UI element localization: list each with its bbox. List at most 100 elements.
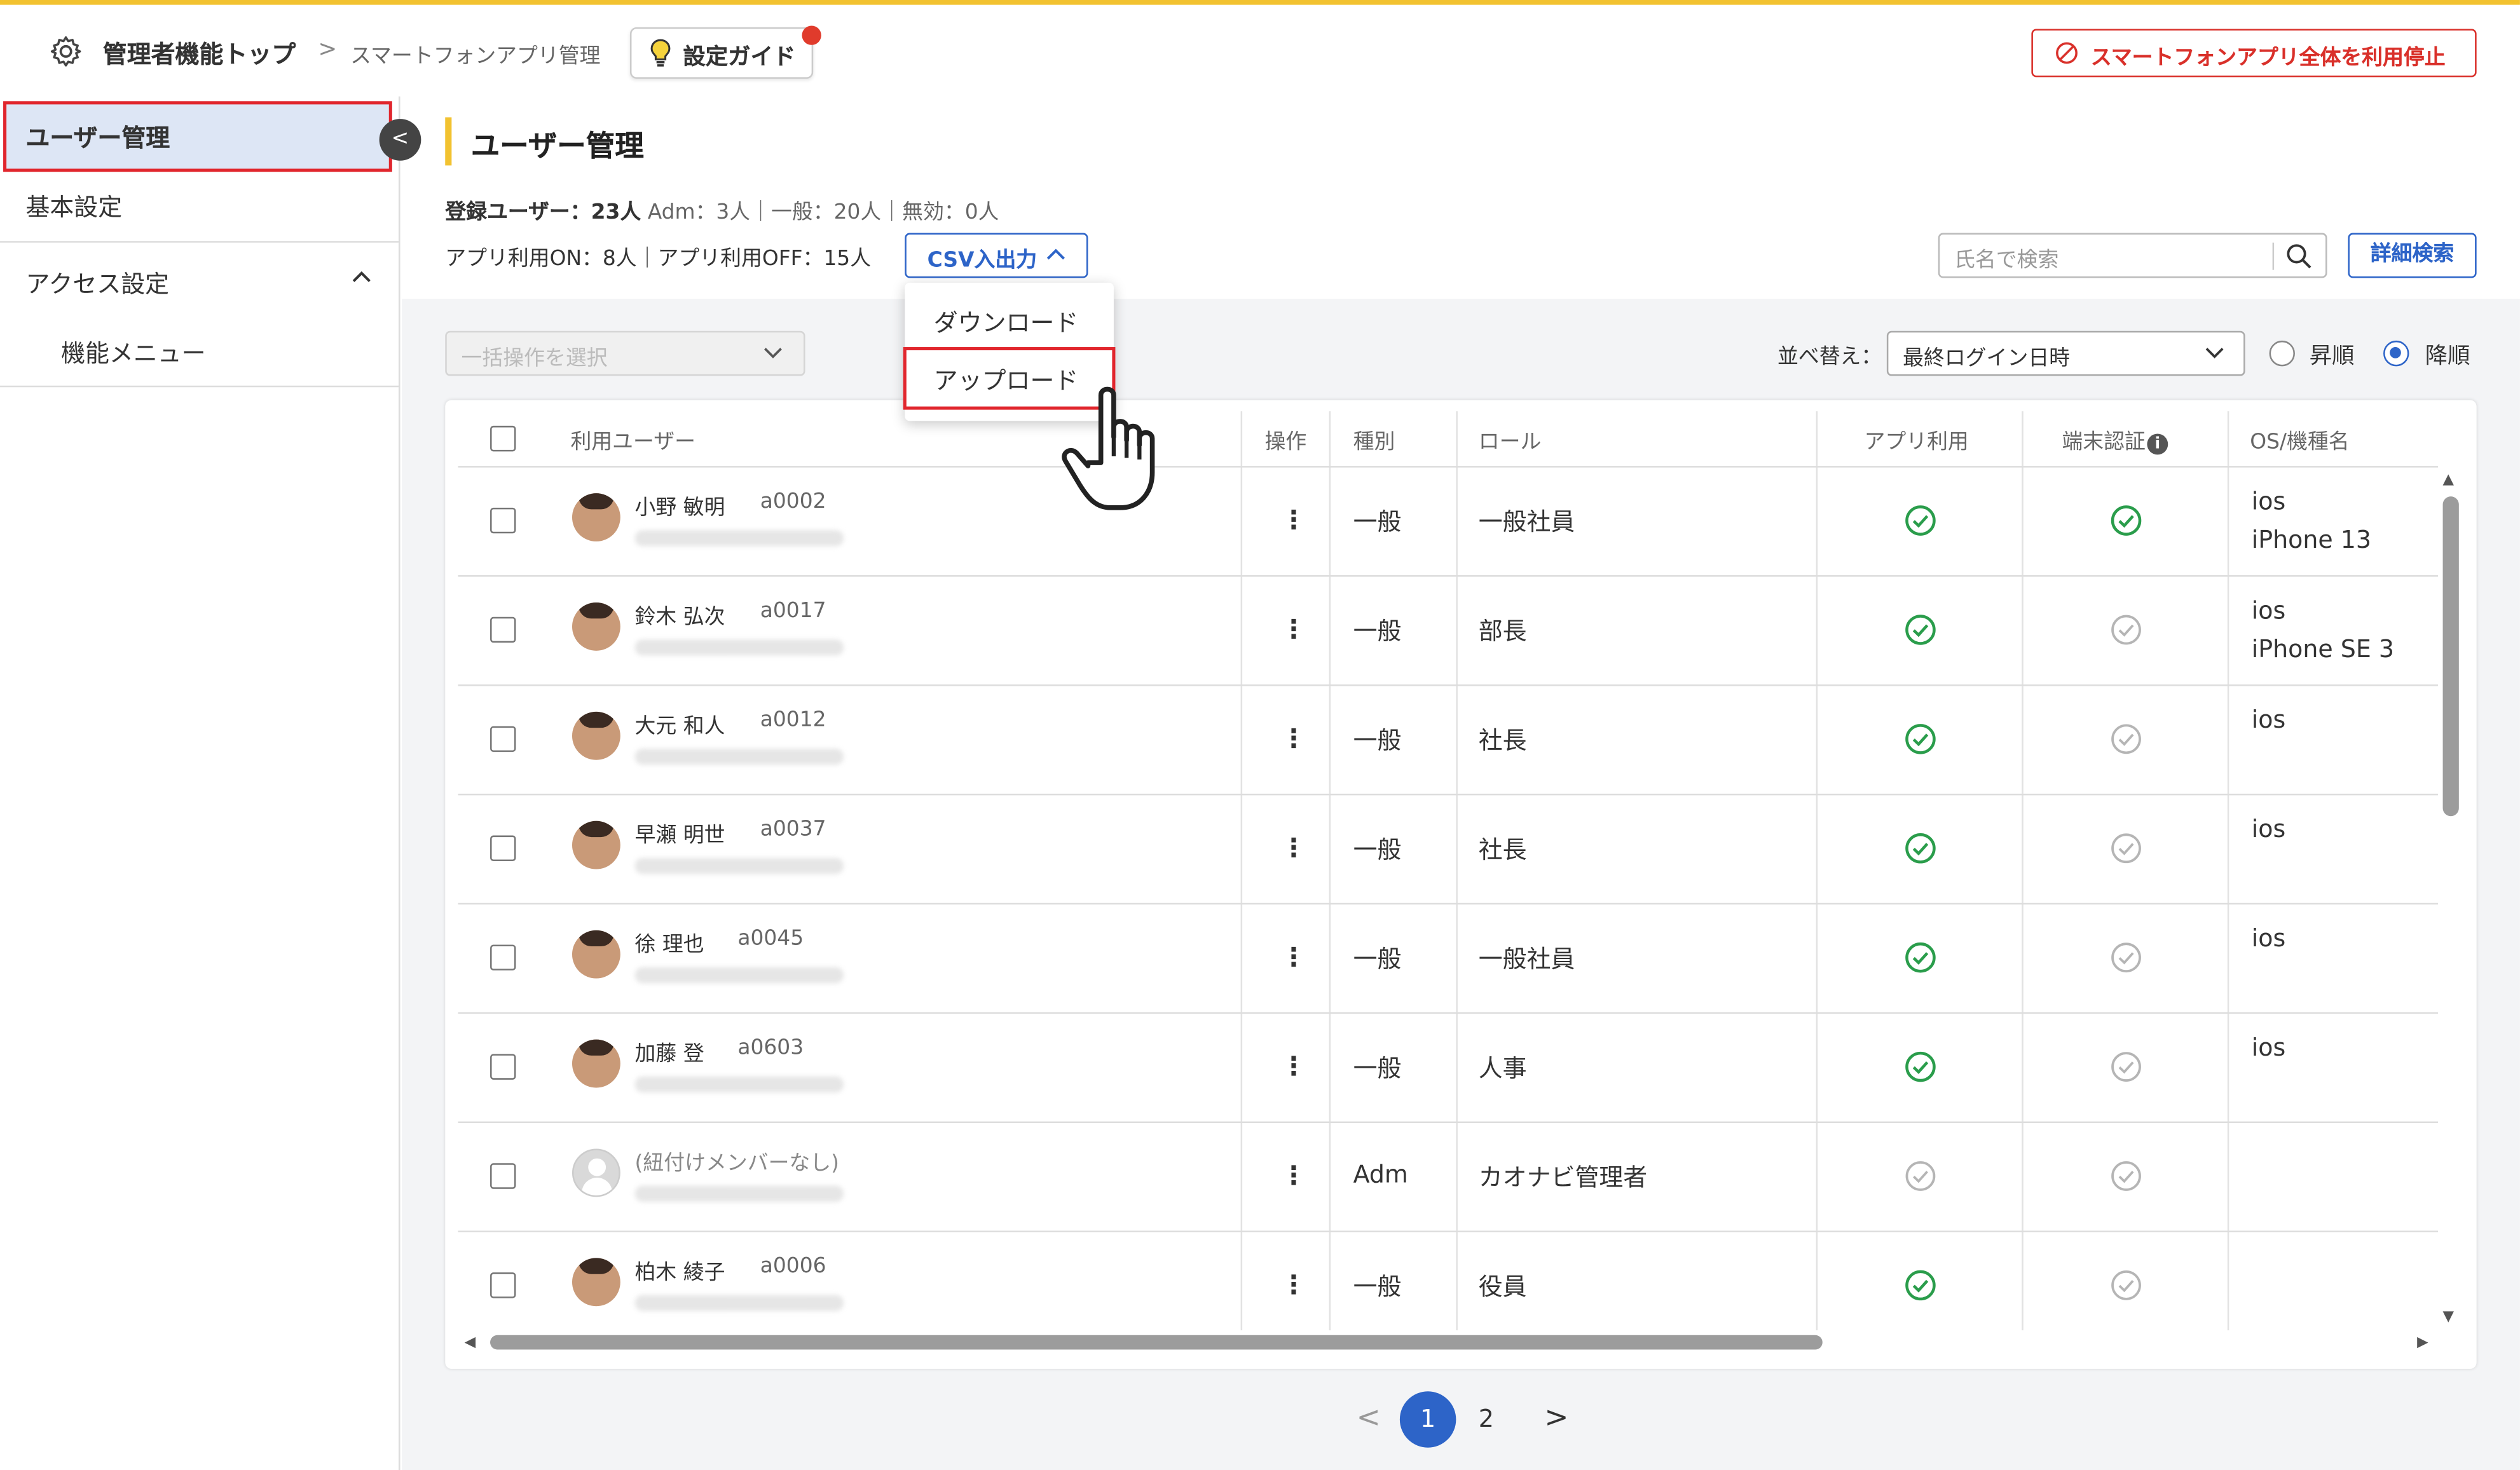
check-circle-icon [1905, 614, 1937, 646]
kebab-icon[interactable]: ⋮ [1281, 1160, 1306, 1190]
row-checkbox[interactable] [490, 616, 516, 643]
hand-pointer-icon [1062, 386, 1155, 510]
advanced-search-button[interactable]: 詳細検索 [2348, 233, 2477, 278]
check-circle-icon [1905, 723, 1937, 756]
chevron-down-icon [764, 348, 782, 358]
column-separator [1816, 411, 1818, 1331]
user-type: 一般 [1353, 1054, 1402, 1083]
vertical-scroll-thumb[interactable] [2442, 496, 2459, 817]
kebab-icon[interactable]: ⋮ [1281, 1269, 1306, 1300]
breadcrumb-root[interactable]: 管理者機能トップ [103, 37, 296, 71]
sidebar-item-feature-menu[interactable]: 機能メニュー [61, 336, 206, 369]
pagination-page-current[interactable]: 1 [1399, 1391, 1456, 1448]
column-header-os: OS/機種名 [2250, 430, 2350, 455]
column-separator [1456, 411, 1458, 1331]
scroll-right-arrow[interactable]: ▶ [2417, 1335, 2428, 1351]
scroll-up-arrow[interactable]: ▲ [2443, 472, 2454, 488]
pagination-next[interactable]: > [1544, 1401, 1568, 1434]
stop-all-app-label: スマートフォンアプリ全体を利用停止 [2090, 46, 2446, 71]
bulk-action-placeholder: 一括操作を選択 [461, 347, 608, 371]
setting-guide-button[interactable]: 設定ガイド [629, 27, 814, 79]
scroll-down-arrow[interactable]: ▼ [2443, 1309, 2454, 1325]
sort-asc-radio[interactable] [2269, 340, 2295, 367]
row-checkbox[interactable] [490, 507, 516, 534]
sort-desc-label[interactable]: 降順 [2425, 339, 2470, 371]
device-model: iPhone SE 3 [2251, 634, 2395, 664]
user-name[interactable]: (紐付けメンバーなし) [635, 1145, 839, 1176]
row-checkbox[interactable] [490, 835, 516, 862]
search-icon[interactable] [2285, 243, 2313, 270]
sort-label: 並べ替え： [1777, 345, 1882, 370]
check-circle-icon [1905, 833, 1937, 865]
user-name[interactable]: 加藤 登 [635, 1037, 704, 1067]
sidebar-item-user-management[interactable]: ユーザー管理 [3, 101, 392, 172]
check-circle-icon [2110, 941, 2142, 974]
kebab-icon[interactable]: ⋮ [1281, 941, 1306, 972]
user-id: a0603 [737, 1036, 804, 1061]
row-checkbox[interactable] [490, 1272, 516, 1298]
dropdown-item-download[interactable]: ダウンロード [934, 305, 1079, 339]
user-name[interactable]: 早瀬 明世 [635, 818, 725, 848]
check-circle-icon [2110, 1160, 2142, 1192]
row-checkbox[interactable] [490, 1054, 516, 1080]
scroll-left-arrow[interactable]: ◀ [465, 1335, 476, 1351]
user-type: 一般 [1353, 616, 1402, 646]
sidebar-collapse-button[interactable]: < [379, 119, 421, 161]
sort-value: 最終ログイン日時 [1903, 347, 2071, 371]
chevron-up-icon[interactable] [350, 268, 373, 284]
kebab-icon[interactable]: ⋮ [1281, 505, 1306, 535]
stop-all-app-button[interactable]: スマートフォンアプリ全体を利用停止 [2031, 29, 2477, 78]
user-role: 役員 [1478, 1272, 1527, 1302]
sort-select[interactable]: 最終ログイン日時 [1886, 330, 2245, 376]
breadcrumb-separator: > [318, 37, 338, 63]
name-search-input[interactable]: 氏名で検索 [1938, 233, 2327, 278]
device-model: iPhone 13 [2251, 525, 2372, 555]
pagination-prev[interactable]: < [1357, 1401, 1381, 1434]
row-checkbox[interactable] [490, 944, 516, 970]
avatar [572, 820, 620, 869]
registered-count: 登録ユーザー：23人 [445, 201, 641, 225]
row-divider [458, 575, 2438, 577]
kebab-icon[interactable]: ⋮ [1281, 833, 1306, 863]
gear-icon[interactable] [48, 34, 84, 69]
info-icon[interactable]: i [2147, 433, 2168, 455]
csv-import-export-button[interactable]: CSV入出力 [905, 233, 1088, 278]
redacted-email [634, 639, 844, 656]
select-all-checkbox[interactable] [490, 425, 516, 452]
horizontal-scroll-thumb[interactable] [490, 1335, 1823, 1350]
column-separator [2227, 411, 2229, 1331]
user-role: 社長 [1478, 835, 1527, 865]
sidebar-item-basic-settings[interactable]: 基本設定 [25, 189, 122, 223]
user-type: 一般 [1353, 944, 1402, 974]
row-divider [458, 1230, 2438, 1232]
row-checkbox[interactable] [490, 1163, 516, 1189]
sort-desc-radio[interactable] [2383, 340, 2409, 367]
sidebar-item-label: ユーザー管理 [25, 123, 170, 153]
chevron-down-icon [2205, 348, 2224, 358]
row-checkbox[interactable] [490, 726, 516, 752]
user-role: 人事 [1478, 1054, 1527, 1083]
check-circle-icon [2110, 1269, 2142, 1302]
user-name[interactable]: 大元 和人 [635, 709, 725, 739]
kebab-icon[interactable]: ⋮ [1281, 614, 1306, 644]
app-root: 管理者機能トップ > スマートフォンアプリ管理 設定ガイド スマートフォンアプリ… [0, 0, 2520, 1470]
user-name[interactable]: 鈴木 弘次 [635, 599, 725, 630]
user-name[interactable]: 徐 理也 [635, 927, 704, 958]
pagination-page-2[interactable]: 2 [1479, 1404, 1494, 1433]
user-name[interactable]: 小野 敏明 [635, 490, 725, 521]
user-name[interactable]: 柏木 綾子 [635, 1255, 725, 1285]
sidebar-item-access-settings[interactable]: アクセス設定 [25, 267, 169, 301]
row-divider [458, 902, 2438, 905]
check-circle-icon [2110, 723, 2142, 756]
avatar [572, 711, 620, 760]
sort-asc-label[interactable]: 昇順 [2310, 339, 2355, 371]
avatar [572, 1039, 620, 1088]
user-role: 部長 [1478, 616, 1527, 646]
column-header-role: ロール [1478, 430, 1542, 455]
kebab-icon[interactable]: ⋮ [1281, 1051, 1306, 1081]
row-divider [458, 1121, 2438, 1124]
check-circle-icon [2110, 614, 2142, 646]
user-role: 一般社員 [1478, 944, 1575, 974]
kebab-icon[interactable]: ⋮ [1281, 723, 1306, 754]
avatar [572, 1258, 620, 1307]
